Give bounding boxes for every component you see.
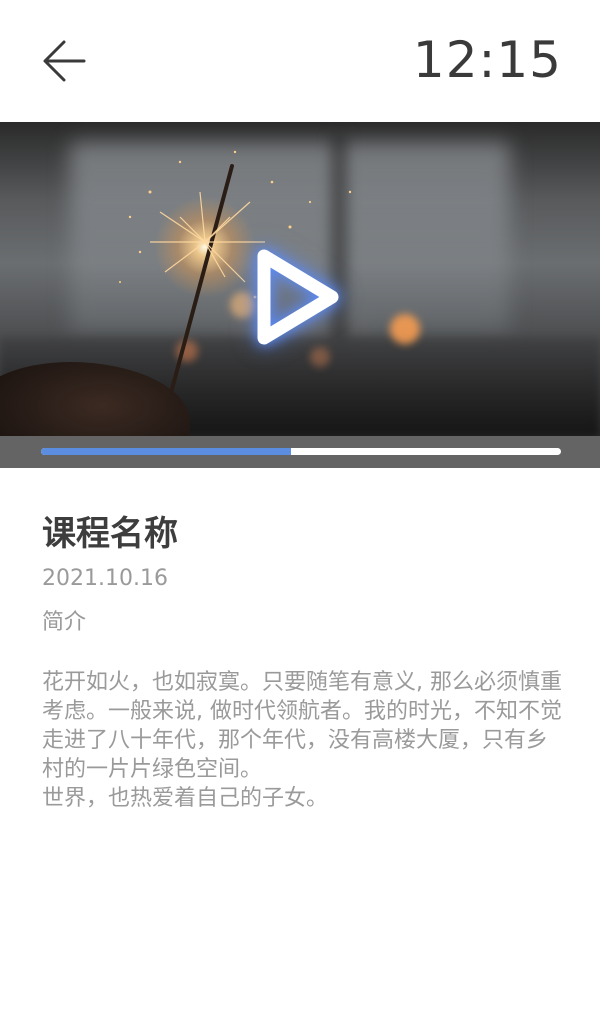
video-thumbnail <box>0 122 600 436</box>
progress-bar-area <box>0 436 600 468</box>
video-player[interactable] <box>0 122 600 468</box>
play-button[interactable] <box>248 242 348 352</box>
status-time: 12:15 <box>412 31 562 89</box>
progress-bar-fill <box>41 448 291 455</box>
course-detail-screen: 12:15 课程名称 2021.10.16 简介 花开如火，也如寂寞。只要随笔有… <box>0 0 600 1024</box>
play-icon <box>257 249 339 345</box>
intro-label: 简介 <box>42 610 87 635</box>
arrow-left-icon <box>43 40 86 82</box>
course-date: 2021.10.16 <box>42 566 168 591</box>
progress-bar[interactable] <box>41 448 561 455</box>
back-button[interactable] <box>40 36 90 86</box>
top-bar: 12:15 <box>0 0 600 122</box>
intro-text: 花开如火，也如寂寞。只要随笔有意义, 那么必须慎重考虑。一般来说, 做时代领航者… <box>42 670 562 811</box>
course-title: 课程名称 <box>42 514 178 554</box>
